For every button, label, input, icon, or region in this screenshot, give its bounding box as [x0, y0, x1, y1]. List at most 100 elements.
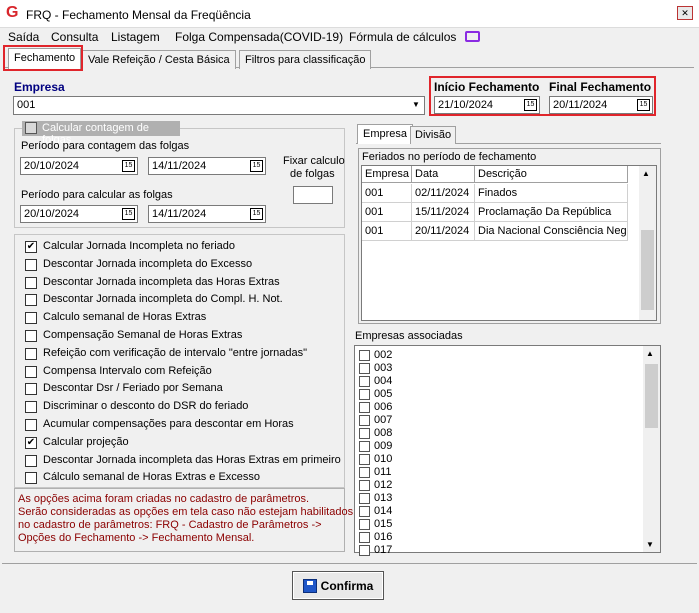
menu-folga-compensada[interactable]: Folga Compensada(COVID-19)	[175, 30, 343, 44]
grid-cell[interactable]: Dia Nacional Consciência Negra	[475, 222, 628, 241]
associadas-list: ▲ ▼ 002 003 004 005 006 007 008 009 010 011 012 013…	[354, 345, 661, 556]
empresa-checkbox[interactable]	[359, 545, 370, 556]
empresa-checkbox[interactable]	[359, 519, 370, 530]
empresa-checkbox[interactable]	[359, 415, 370, 426]
grid-header[interactable]: Empresa	[362, 166, 412, 183]
option-label: Discriminar o desconto do DSR do feriado	[43, 400, 249, 413]
scroll-thumb[interactable]	[645, 364, 658, 428]
calendar-icon[interactable]: 15	[250, 160, 263, 172]
empresa-checkbox[interactable]	[359, 376, 370, 387]
empresa-checkbox[interactable]	[359, 454, 370, 465]
grid-cell[interactable]: 001	[362, 184, 412, 203]
option-checkbox[interactable]	[25, 276, 37, 289]
option-checkbox[interactable]: ✔	[25, 436, 37, 449]
grid-cell[interactable]: 001	[362, 203, 412, 222]
option-checkbox[interactable]	[25, 401, 37, 414]
chevron-up-icon[interactable]: ▲	[642, 169, 650, 178]
empresa-checkbox[interactable]	[359, 441, 370, 452]
note-line-4: Opções do Fechamento -> Fechamento Mensa…	[18, 532, 255, 544]
folgas-group-header: Calcular contagem de folgas	[22, 121, 180, 146]
calcular-de-field[interactable]: 20/10/2024 15	[20, 205, 138, 223]
option-checkbox[interactable]	[25, 419, 37, 431]
empresa-checkbox[interactable]	[359, 428, 370, 439]
calendar-icon[interactable]: 15	[122, 208, 135, 220]
monitor-icon[interactable]	[465, 31, 480, 42]
option-checkbox[interactable]	[25, 365, 37, 378]
menu-saida[interactable]: Saída	[8, 30, 39, 44]
option-checkbox[interactable]	[25, 258, 37, 271]
grid-cell[interactable]: Proclamação Da República	[475, 203, 628, 222]
empresa-item-label: 004	[374, 375, 393, 387]
empresa-checkbox[interactable]	[359, 350, 370, 361]
option-label: Calcular projeção	[43, 435, 129, 448]
option-checkbox[interactable]	[25, 294, 37, 307]
tab-filtros[interactable]: Filtros para classificação	[239, 50, 372, 69]
tab-vale-refeicao[interactable]: Vale Refeição / Cesta Básica	[82, 50, 236, 69]
option-checkbox[interactable]	[25, 383, 37, 396]
option-checkbox[interactable]: ✔	[25, 241, 37, 253]
final-value: 20/11/2024	[553, 99, 608, 111]
calendar-icon[interactable]: 15	[122, 160, 135, 172]
calcular-ate-field[interactable]: 14/11/2024 15	[148, 205, 266, 223]
empresa-checkbox[interactable]	[359, 532, 370, 543]
empresa-item-label: 002	[374, 349, 393, 361]
empresa-checkbox[interactable]	[359, 389, 370, 400]
calendar-icon[interactable]: 15	[250, 208, 263, 220]
tab-divisao[interactable]: Divisão	[410, 126, 457, 144]
option-checkbox[interactable]	[25, 454, 37, 467]
empresa-value: 001	[17, 99, 36, 111]
grid-cell[interactable]: Finados	[475, 184, 628, 203]
option-label: Calcular Jornada Incompleta no feriado	[43, 240, 236, 252]
window-title: FRQ - Fechamento Mensal da Freqüência	[26, 8, 251, 22]
menu-formula-calculos[interactable]: Fórmula de cálculos	[349, 30, 456, 44]
calendar-icon[interactable]: 15	[524, 99, 537, 111]
grid-cell[interactable]: 001	[362, 222, 412, 241]
empresa-checkbox[interactable]	[359, 402, 370, 413]
empresa-item-label: 009	[374, 440, 393, 452]
associadas-scrollbar[interactable]: ▲ ▼	[643, 346, 660, 552]
confirm-button[interactable]: Confirma	[292, 571, 384, 600]
calendar-icon[interactable]: 15	[637, 99, 650, 111]
empresa-item-label: 013	[374, 492, 393, 504]
grid-header[interactable]: Data	[412, 166, 475, 183]
chevron-up-icon[interactable]: ▲	[646, 349, 654, 358]
contagem-ate-field[interactable]: 14/11/2024 15	[148, 157, 266, 175]
final-field[interactable]: 20/11/2024 15	[549, 96, 653, 114]
window-controls: ✕	[677, 6, 693, 20]
empresa-item-label: 017	[374, 544, 393, 556]
empresa-checkbox[interactable]	[359, 493, 370, 504]
option-checkbox[interactable]	[25, 312, 37, 325]
option-checkbox[interactable]	[25, 347, 37, 360]
menu-consulta[interactable]: Consulta	[51, 30, 98, 44]
chevron-down-icon[interactable]: ▼	[409, 98, 423, 112]
grid-cell[interactable]: 20/11/2024	[412, 222, 475, 241]
menu-bar: Saída Consulta Listagem Folga Compensada…	[0, 28, 699, 46]
option-label: Compensação Semanal de Horas Extras	[43, 329, 243, 341]
empresa-checkbox[interactable]	[359, 506, 370, 517]
contagem-de-field[interactable]: 20/10/2024 15	[20, 157, 138, 175]
options-group: ✔ Calcular Jornada Incompleta no feriado D…	[14, 234, 345, 488]
option-checkbox[interactable]	[25, 472, 37, 485]
tab-empresa[interactable]: Empresa	[357, 124, 414, 144]
option-label: Descontar Jornada incompleta do Compl. H…	[43, 293, 283, 306]
chevron-down-icon[interactable]: ▼	[646, 540, 654, 549]
option-label: Calculo semanal de Horas Extras	[43, 311, 207, 324]
feriados-scrollbar[interactable]: ▲	[639, 166, 656, 320]
inicio-field[interactable]: 21/10/2024 15	[434, 96, 540, 114]
option-checkbox[interactable]	[25, 330, 37, 342]
fixar-field[interactable]	[293, 186, 333, 204]
scroll-thumb[interactable]	[641, 230, 654, 310]
empresa-item-label: 005	[374, 388, 393, 400]
empresa-checkbox[interactable]	[359, 363, 370, 374]
empresa-checkbox[interactable]	[359, 467, 370, 478]
close-icon[interactable]: ✕	[677, 6, 693, 20]
grid-header[interactable]: Descrição	[475, 166, 628, 183]
grid-cell[interactable]: 02/11/2024	[412, 184, 475, 203]
folgas-checkbox[interactable]	[25, 122, 37, 134]
inicio-label: Início Fechamento	[434, 80, 540, 94]
grid-cell[interactable]: 15/11/2024	[412, 203, 475, 222]
option-label: Descontar Dsr / Feriado por Semana	[43, 382, 223, 395]
empresa-select[interactable]: 001 ▼	[13, 96, 425, 115]
menu-listagem[interactable]: Listagem	[111, 30, 160, 44]
empresa-checkbox[interactable]	[359, 480, 370, 491]
